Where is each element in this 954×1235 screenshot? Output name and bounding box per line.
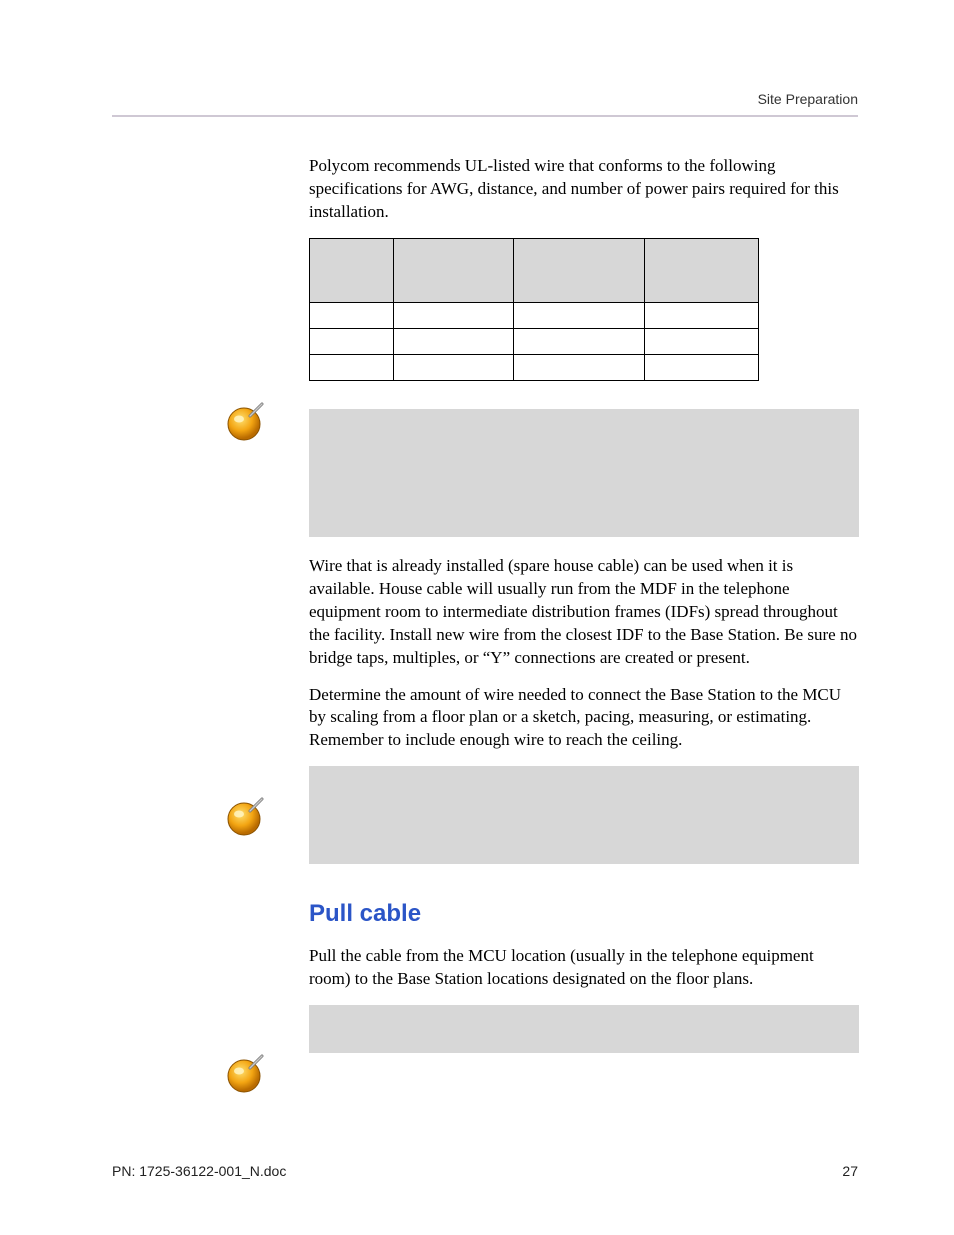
table-header-cell — [310, 238, 394, 302]
note-box — [309, 766, 859, 864]
table-cell — [645, 354, 759, 380]
table-cell — [310, 354, 394, 380]
table-header-cell — [513, 238, 645, 302]
header-rule — [112, 115, 858, 117]
note-thumbtack-icon — [222, 793, 270, 841]
table-row — [310, 328, 759, 354]
heading-pull-cable: Pull cable — [309, 898, 859, 930]
page-footer: PN: 1725-36122-001_N.doc 27 — [112, 1162, 858, 1181]
note-box — [309, 1005, 859, 1053]
footer-page-number: 27 — [842, 1162, 858, 1181]
table-cell — [645, 302, 759, 328]
page-header: Site Preparation — [112, 90, 858, 117]
table-cell — [393, 302, 513, 328]
table-cell — [393, 354, 513, 380]
table-cell — [310, 302, 394, 328]
table-cell — [393, 328, 513, 354]
section-title: Site Preparation — [112, 90, 858, 109]
paragraph-pull-cable: Pull the cable from the MCU location (us… — [309, 945, 859, 991]
paragraph-intro: Polycom recommends UL-listed wire that c… — [309, 155, 859, 224]
table-header-cell — [393, 238, 513, 302]
table-cell — [513, 354, 645, 380]
paragraph-house-cable: Wire that is already installed (spare ho… — [309, 555, 859, 670]
main-content: Polycom recommends UL-listed wire that c… — [309, 155, 859, 1053]
footer-doc-id: PN: 1725-36122-001_N.doc — [112, 1162, 286, 1181]
table-header-cell — [645, 238, 759, 302]
paragraph-determine-wire: Determine the amount of wire needed to c… — [309, 684, 859, 753]
note-thumbtack-icon — [222, 1050, 270, 1098]
table-row — [310, 354, 759, 380]
table-header-row — [310, 238, 759, 302]
note-thumbtack-icon — [222, 398, 270, 446]
wire-spec-table — [309, 238, 759, 381]
table-cell — [645, 328, 759, 354]
note-box — [309, 409, 859, 537]
table-cell — [513, 328, 645, 354]
table-cell — [513, 302, 645, 328]
table-row — [310, 302, 759, 328]
document-page: Site Preparation — [0, 0, 954, 1235]
table-cell — [310, 328, 394, 354]
